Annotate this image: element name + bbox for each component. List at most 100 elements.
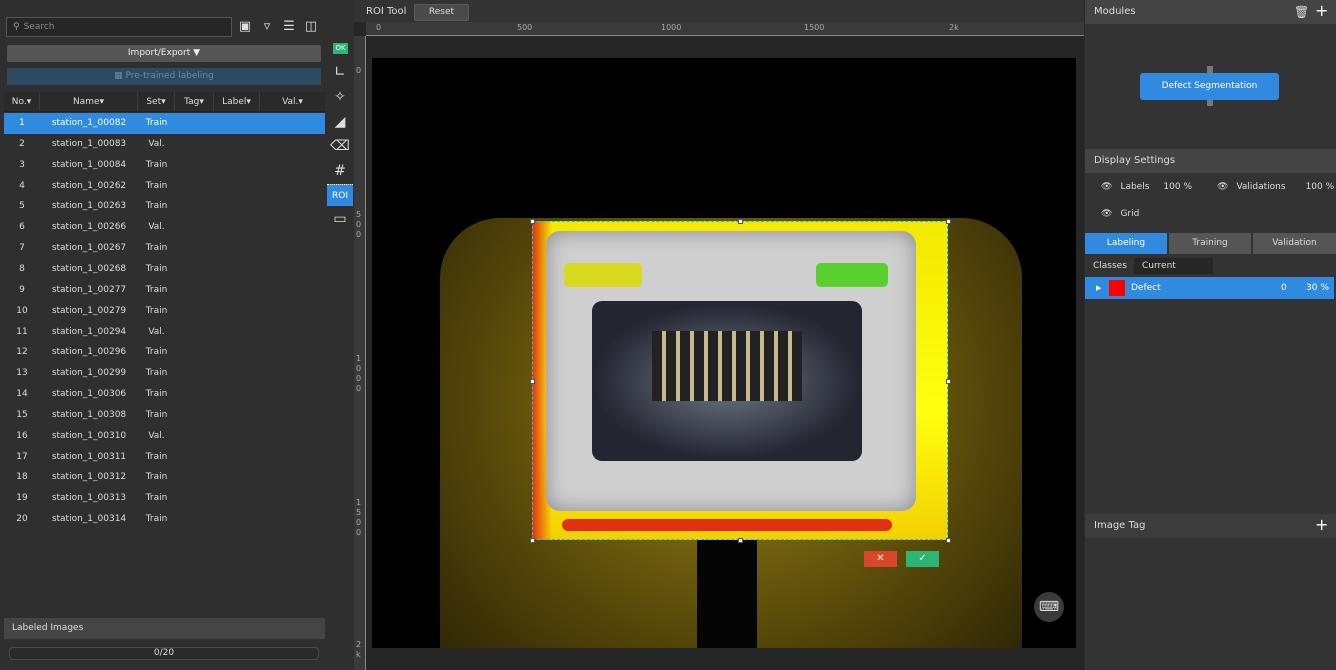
col-no[interactable]: No.▾ xyxy=(4,92,40,111)
cell-no: 10 xyxy=(16,305,28,316)
cell-set: Train xyxy=(145,180,168,191)
table-row[interactable]: 18 station_1_00312 Train xyxy=(4,467,325,488)
col-val[interactable]: Val.▾ xyxy=(260,92,325,111)
resize-handle[interactable] xyxy=(946,219,951,224)
table-row[interactable]: 20 station_1_00314 Train xyxy=(4,509,325,530)
cell-no: 19 xyxy=(16,493,28,504)
resize-handle[interactable] xyxy=(738,219,743,224)
pretrained-labeling-button[interactable]: ▦ Pre-trained labeling xyxy=(7,68,321,85)
table-row[interactable]: 12 station_1_00296 Train xyxy=(4,342,325,363)
module-defect-segmentation[interactable]: Defect Segmentation xyxy=(1140,73,1279,100)
table-row[interactable]: 6 station_1_00266 Val. xyxy=(4,217,325,238)
list-view-icon[interactable]: ☰ xyxy=(280,19,298,35)
table-row[interactable]: 19 station_1_00313 Train xyxy=(4,488,325,509)
cell-no: 20 xyxy=(16,514,28,525)
cell-set: Train xyxy=(145,263,168,274)
cell-set: Val. xyxy=(148,138,165,149)
cancel-roi-button[interactable]: ✕ xyxy=(864,551,897,567)
col-tag[interactable]: Tag▾ xyxy=(175,92,214,111)
class-opacity: 30 % xyxy=(1306,283,1329,293)
tab-labeling[interactable]: Labeling xyxy=(1085,233,1167,254)
table-row[interactable]: 4 station_1_00262 Train xyxy=(4,176,325,197)
table-row[interactable]: 1 station_1_00082 Train xyxy=(4,113,325,134)
resize-handle[interactable] xyxy=(946,538,951,543)
cell-no: 15 xyxy=(16,409,28,420)
cell-name: station_1_00306 xyxy=(51,389,127,400)
reset-button[interactable]: Reset xyxy=(414,4,469,21)
image-settings-icon[interactable]: ▣ xyxy=(236,19,254,35)
cell-name: station_1_00262 xyxy=(51,180,127,191)
keyboard-icon[interactable]: ⌨ xyxy=(1034,592,1064,622)
eraser-icon[interactable]: ⌫ xyxy=(328,135,352,157)
eye-icon: 👁 xyxy=(1101,182,1113,192)
table-row[interactable]: 3 station_1_00084 Train xyxy=(4,155,325,176)
table-row[interactable]: 10 station_1_00279 Train xyxy=(4,301,325,322)
ruler-label: 0 xyxy=(356,66,362,75)
expand-icon[interactable]: ▶ xyxy=(1096,277,1101,299)
table-row[interactable]: 13 station_1_00299 Train xyxy=(4,363,325,384)
cell-name: station_1_00277 xyxy=(51,284,127,295)
cell-no: 7 xyxy=(19,243,25,254)
select-region-icon[interactable]: ▭ xyxy=(328,208,352,230)
fill-tool-icon[interactable]: ◢ xyxy=(328,111,352,133)
cell-name: station_1_00314 xyxy=(51,514,127,525)
cell-no: 14 xyxy=(16,389,28,400)
table-row[interactable]: 7 station_1_00267 Train xyxy=(4,238,325,259)
col-set[interactable]: Set▾ xyxy=(138,92,175,111)
resize-handle[interactable] xyxy=(738,538,743,543)
eye-icon: 👁 xyxy=(1217,182,1229,192)
cell-set: Val. xyxy=(148,222,165,233)
table-row[interactable]: 17 station_1_00311 Train xyxy=(4,447,325,468)
filter-icon[interactable]: ▿ xyxy=(258,19,276,35)
classes-label: Classes xyxy=(1093,261,1127,271)
cell-name: station_1_00311 xyxy=(51,451,127,462)
resize-handle[interactable] xyxy=(530,378,535,384)
add-tag-icon[interactable]: + xyxy=(1315,513,1328,537)
table-row[interactable]: 15 station_1_00308 Train xyxy=(4,405,325,426)
ruler-label: 5 0 0 xyxy=(356,210,362,239)
validations-visibility[interactable]: 👁 Validations 100 % xyxy=(1217,182,1334,192)
roi-selection-box[interactable] xyxy=(532,221,948,540)
table-row[interactable]: 14 station_1_00306 Train xyxy=(4,384,325,405)
tool-title: ROI Tool xyxy=(366,6,407,17)
confirm-roi-button[interactable]: ✓ xyxy=(906,551,939,567)
cell-no: 11 xyxy=(16,326,28,337)
col-name[interactable]: Name▾ xyxy=(40,92,138,111)
ruler-label: 500 xyxy=(517,23,533,32)
class-name: Defect xyxy=(1131,283,1161,293)
col-label[interactable]: Label▾ xyxy=(214,92,260,111)
modules-header: Modules 🗑 + xyxy=(1085,0,1336,24)
class-row-defect[interactable]: ▶ Defect 0 30 % xyxy=(1085,277,1334,299)
table-row[interactable]: 2 station_1_00083 Val. xyxy=(4,134,325,155)
cell-no: 13 xyxy=(16,368,28,379)
labels-visibility[interactable]: 👁 Labels 100 % xyxy=(1101,182,1192,192)
roi-tool-button[interactable]: ROI xyxy=(327,184,353,206)
table-row[interactable]: 8 station_1_00268 Train xyxy=(4,259,325,280)
resize-handle[interactable] xyxy=(530,219,535,224)
tab-validation[interactable]: Validation xyxy=(1253,233,1336,254)
resize-handle[interactable] xyxy=(530,538,535,543)
classes-filter-dropdown[interactable]: Current image▼ xyxy=(1134,258,1213,287)
import-export-button[interactable]: Import/Export ▼ xyxy=(7,45,321,62)
image-canvas[interactable]: ✕ ✓ ⌨ xyxy=(372,58,1076,648)
grid-visibility[interactable]: 👁 Grid xyxy=(1101,209,1139,219)
ok-button[interactable]: OK xyxy=(333,43,348,54)
cell-no: 9 xyxy=(19,284,25,295)
resize-handle[interactable] xyxy=(946,378,951,384)
tab-training[interactable]: Training xyxy=(1169,233,1251,254)
add-module-icon[interactable]: + xyxy=(1315,0,1328,23)
table-row[interactable]: 11 station_1_00294 Val. xyxy=(4,322,325,343)
search-field[interactable]: ⚲ xyxy=(6,17,232,37)
trash-icon[interactable]: 🗑 xyxy=(1294,0,1309,24)
class-color-swatch[interactable] xyxy=(1109,280,1125,296)
search-input[interactable] xyxy=(23,22,214,32)
magic-wand-icon[interactable]: ✧ xyxy=(328,86,352,108)
layout-icon[interactable]: ◫ xyxy=(302,19,320,35)
cell-set: Train xyxy=(145,305,168,316)
polygon-tool-icon[interactable]: ∟ xyxy=(328,61,352,83)
cell-name: station_1_00312 xyxy=(51,472,127,483)
table-row[interactable]: 9 station_1_00277 Train xyxy=(4,280,325,301)
grid-tool-icon[interactable]: # xyxy=(328,160,352,182)
table-row[interactable]: 16 station_1_00310 Val. xyxy=(4,426,325,447)
table-row[interactable]: 5 station_1_00263 Train xyxy=(4,196,325,217)
